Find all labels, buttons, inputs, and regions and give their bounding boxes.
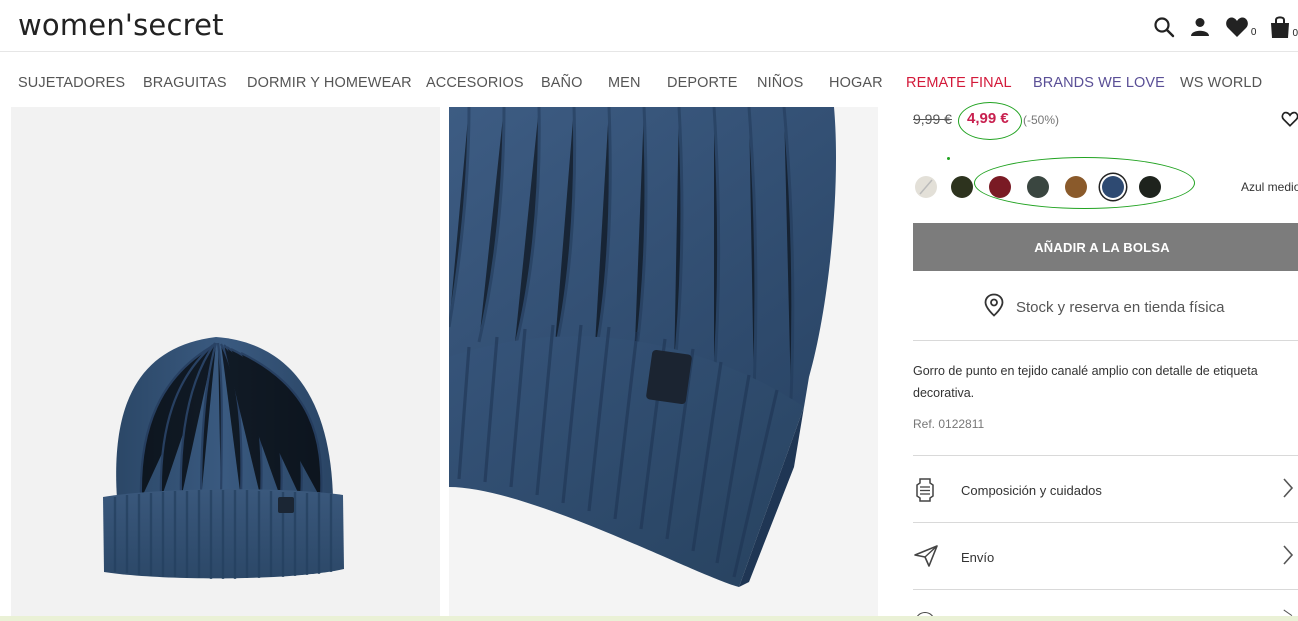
color-swatch-camel[interactable] xyxy=(1065,176,1087,198)
product-reference: Ref. 0122811 xyxy=(913,417,985,431)
color-swatch-blue-selected[interactable] xyxy=(1102,176,1124,198)
heart-icon xyxy=(1225,16,1249,38)
original-price: 9,99 € xyxy=(913,111,952,127)
user-icon[interactable] xyxy=(1189,16,1211,38)
heart-outline-icon xyxy=(1281,111,1298,132)
accordion-shipping[interactable]: Envío xyxy=(913,523,1298,589)
search-icon[interactable] xyxy=(1153,16,1175,38)
nav-item-accesorios[interactable]: ACCESORIOS xyxy=(426,75,524,91)
product-image-detail[interactable] xyxy=(449,107,878,621)
nav-item-ninos[interactable]: NIÑOS xyxy=(757,75,803,91)
bag-button[interactable]: 0 xyxy=(1270,15,1298,39)
nav-item-men[interactable]: MEN xyxy=(608,75,641,91)
color-swatch-olive[interactable] xyxy=(951,176,973,198)
nav-item-brands-we-love[interactable]: BRANDS WE LOVE xyxy=(1033,75,1165,91)
send-icon xyxy=(913,544,939,573)
site-header: women'secret 0 0 xyxy=(0,0,1298,52)
color-swatch-cream-unavailable[interactable] xyxy=(915,176,937,198)
add-to-bag-label: AÑADIR A LA BOLSA xyxy=(1034,239,1170,255)
nav-item-sujetadores[interactable]: SUJETADORES xyxy=(18,75,125,91)
color-swatch-burgundy[interactable] xyxy=(989,176,1011,198)
main-navigation: SUJETADORES BRAGUITAS DORMIR Y HOMEWEAR … xyxy=(0,53,1298,107)
accordion-label: Envío xyxy=(961,550,995,565)
product-description: Gorro de punto en tejido canalé amplio c… xyxy=(913,364,1258,400)
chevron-right-icon xyxy=(1282,544,1294,571)
annotation-dot xyxy=(947,157,950,160)
store-stock-label: Stock y reserva en tienda física xyxy=(1016,299,1225,316)
nav-item-deporte[interactable]: DEPORTE xyxy=(667,75,738,91)
nav-item-dormir-homewear[interactable]: DORMIR Y HOMEWEAR xyxy=(247,75,412,91)
color-swatch-dark-grey[interactable] xyxy=(1027,176,1049,198)
selected-color-name: Azul medio xyxy=(1241,180,1298,194)
location-pin-icon xyxy=(984,293,1004,322)
care-label-icon xyxy=(913,477,937,508)
add-to-wishlist-button[interactable] xyxy=(1281,110,1298,133)
nav-item-hogar[interactable]: HOGAR xyxy=(829,75,883,91)
nav-item-bano[interactable]: BAÑO xyxy=(541,75,583,91)
chevron-right-icon xyxy=(1282,477,1294,504)
nav-item-remate-final[interactable]: REMATE FINAL xyxy=(906,75,1012,91)
header-icons: 0 0 xyxy=(1139,14,1298,40)
nav-item-braguitas[interactable]: BRAGUITAS xyxy=(143,75,227,91)
wishlist-button[interactable]: 0 xyxy=(1225,16,1257,38)
product-image-front[interactable] xyxy=(11,107,440,621)
accordion-label: Composición y cuidados xyxy=(961,483,1102,498)
divider xyxy=(913,340,1298,341)
store-stock-link[interactable]: Stock y reserva en tienda física xyxy=(984,293,1224,322)
bag-icon xyxy=(1270,15,1290,39)
accordion-composition-care[interactable]: Composición y cuidados xyxy=(913,456,1298,522)
brand-logo[interactable]: women'secret xyxy=(18,8,224,42)
sale-price: 4,99 € xyxy=(967,110,1009,127)
color-swatch-black[interactable] xyxy=(1139,176,1161,198)
discount-badge: (-50%) xyxy=(1023,113,1060,127)
bag-count: 0 xyxy=(1292,28,1298,39)
bottom-banner-strip xyxy=(0,616,1298,621)
accordion-next-item[interactable] xyxy=(913,590,1298,621)
add-to-bag-button[interactable]: AÑADIR A LA BOLSA xyxy=(913,223,1298,271)
nav-item-ws-world[interactable]: WS WORLD xyxy=(1180,75,1262,91)
wishlist-count: 0 xyxy=(1250,27,1257,38)
